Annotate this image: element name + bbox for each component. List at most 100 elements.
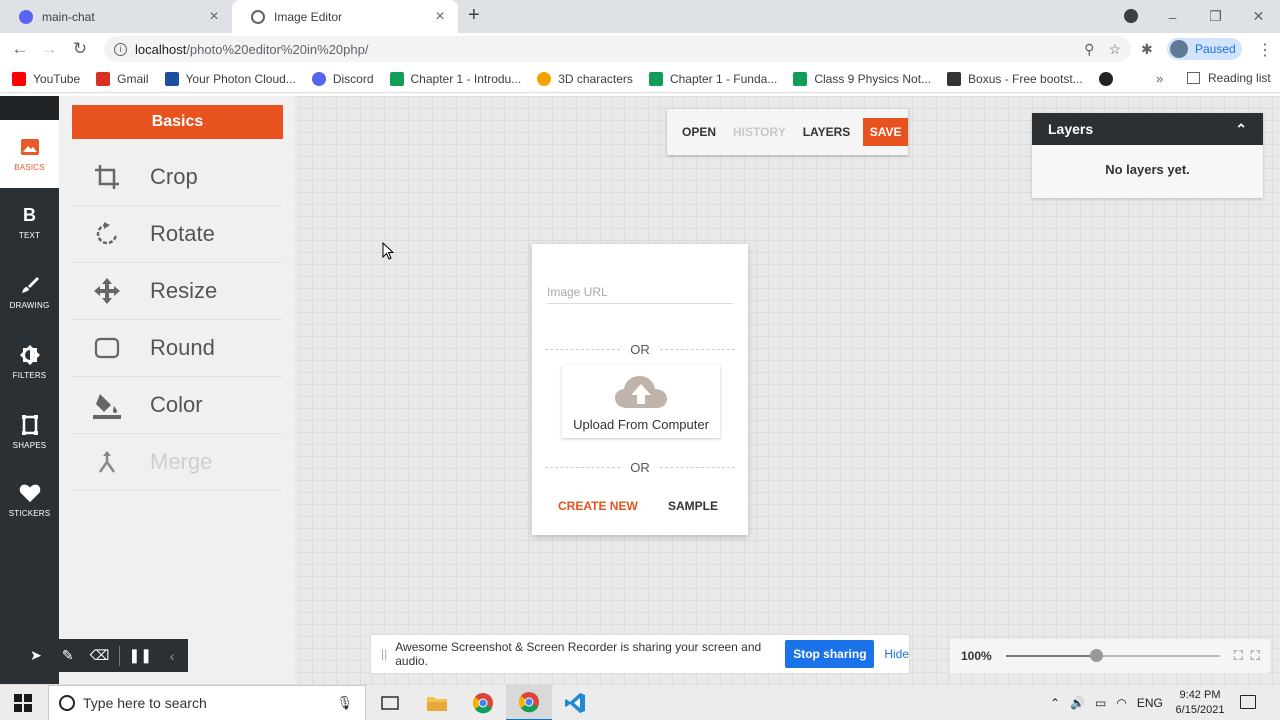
volume-icon[interactable]: 🔊 [1070,696,1085,710]
merge-icon [92,447,122,477]
minimize-icon[interactable]: – [1151,9,1194,25]
profile-button[interactable]: Paused [1167,38,1242,60]
chevron-up-icon[interactable]: ⌃ [1235,121,1247,138]
site-info-icon[interactable]: i [114,42,127,56]
address-bar[interactable]: i localhost/photo%20editor%20in%20php/ ⚲… [104,36,1131,62]
bookmark-boxus[interactable]: Boxus - Free bootst... [947,71,1083,86]
reload-icon[interactable]: ↻ [69,38,91,60]
nav-text[interactable]: B TEXT [0,188,59,256]
zoom-slider[interactable] [1005,649,1220,662]
taskbar-clock[interactable]: 9:42 PM 6/15/2021 [1170,688,1230,718]
layers-panel: Layers ⌃ No layers yet. [1032,113,1263,198]
bookmark-star-icon[interactable]: ☆ [1108,41,1121,58]
vscode-icon[interactable] [552,685,598,720]
screen-share-bar: || Awesome Screenshot & Screen Recorder … [370,634,910,674]
close-window-icon[interactable]: ✕ [1237,8,1280,25]
sheets-icon [648,71,663,86]
wifi-icon[interactable]: ◠ [1116,696,1126,710]
nav-filters[interactable]: FILTERS [0,328,59,396]
tab-search-icon[interactable] [1124,9,1138,23]
battery-icon[interactable]: ▭ [1095,696,1106,710]
file-explorer-icon[interactable] [414,685,460,720]
tab-main-chat[interactable]: main-chat × [0,0,232,33]
bookmark-youtube[interactable]: YouTube [12,71,80,86]
stop-sharing-button[interactable]: Stop sharing [785,640,875,668]
hide-button[interactable]: Hide [884,647,909,661]
tab-image-editor[interactable]: Image Editor × [232,0,458,33]
language-indicator[interactable]: ENG [1137,696,1163,710]
zoom-slider-thumb[interactable] [1089,649,1103,662]
history-button[interactable]: HISTORY [733,125,786,139]
eraser-icon[interactable]: ⌫ [84,647,116,664]
bookmark-chapter1-intro[interactable]: Chapter 1 - Introdu... [389,71,521,86]
forward-icon[interactable]: → [38,38,60,60]
bookmark-photon[interactable]: Your Photon Cloud... [164,71,296,86]
merge-tool[interactable]: Merge [72,434,283,491]
bookmark-label: Chapter 1 - Funda... [669,71,778,86]
bookmark-discord[interactable]: Discord [311,71,374,86]
bold-icon: B [23,204,36,225]
chevron-up-icon[interactable]: ⌃ [1050,696,1060,710]
figure-icon [537,71,552,86]
pause-icon[interactable]: ❚❚ [124,647,156,664]
basics-panel: Basics Crop Rotate Resize Round Color Me… [59,96,295,684]
drag-handle-icon[interactable]: || [381,647,387,661]
layers-title: Layers [1048,121,1094,137]
chrome-active-icon[interactable] [506,685,552,720]
close-tab-icon[interactable]: × [432,8,448,26]
open-button[interactable]: OPEN [682,125,716,139]
crop-tool[interactable]: Crop [72,149,283,206]
create-new-button[interactable]: CREATE NEW [558,499,638,513]
recorder-toolbar: ➤ ✎ ⌫ ❚❚ ‹ [8,639,188,672]
notifications-icon[interactable] [1240,695,1256,709]
top-actions-bar: OPEN HISTORY LAYERS SAVE [667,109,908,155]
pen-icon[interactable]: ✎ [52,647,84,664]
chrome-menu-icon[interactable]: ⋮ [1257,40,1273,60]
round-tool[interactable]: Round [72,320,283,377]
image-url-input[interactable] [547,281,733,304]
nav-drawing[interactable]: DRAWING [0,258,59,326]
layers-button[interactable]: LAYERS [803,125,851,139]
layers-header[interactable]: Layers ⌃ [1032,113,1263,145]
task-view-icon[interactable] [367,685,413,720]
collapse-icon[interactable]: ‹ [156,648,188,664]
resize-tool[interactable]: Resize [72,263,283,320]
zoom-level: 100% [961,649,992,663]
new-tab-icon[interactable]: + [468,5,488,27]
brush-icon [19,274,41,296]
bookmark-3d-characters[interactable]: 3D characters [537,71,633,86]
zoom-icon[interactable]: ⚲ [1084,41,1094,58]
nav-stickers[interactable]: STICKERS [0,466,59,534]
fullscreen-icon[interactable]: ⛶⛶ [1234,648,1268,664]
cloud-upload-icon [615,376,667,408]
bookmark-gmail[interactable]: Gmail [96,71,149,86]
reading-list-button[interactable]: Reading list [1187,71,1271,85]
discord-icon [311,71,326,86]
system-tray: ⌃ 🔊 ▭ ◠ ENG [1050,685,1173,720]
upload-from-computer-button[interactable]: Upload From Computer [562,365,720,438]
bookmark-chapter1-funda[interactable]: Chapter 1 - Funda... [648,71,778,86]
rotate-tool[interactable]: Rotate [72,206,283,263]
pointer-icon[interactable]: ➤ [20,647,52,664]
windows-start-icon[interactable] [14,694,32,712]
chrome-icon[interactable] [460,685,506,720]
bookmark-class9-physics[interactable]: Class 9 Physics Not... [793,71,931,86]
more-bookmarks-icon[interactable]: » [1156,71,1163,86]
discord-favicon-icon [19,9,33,24]
url-host: localhost [135,41,187,57]
color-tool[interactable]: Color [72,377,283,434]
save-button[interactable]: SAVE [863,118,908,146]
close-tab-icon[interactable]: × [206,8,222,26]
bookmark-label: Discord [332,71,374,86]
microphone-icon[interactable]: 🎙 [336,695,353,711]
taskbar-search[interactable]: Type here to search 🎙 [48,685,366,720]
back-icon[interactable]: ← [9,38,31,60]
windows-taskbar: Type here to search 🎙 ⌃ 🔊 ▭ ◠ ENG 9:42 P… [0,684,1280,720]
sample-button[interactable]: SAMPLE [668,499,718,513]
extensions-icon[interactable]: ✱ [1141,41,1157,57]
maximize-icon[interactable]: ❐ [1194,8,1237,25]
nav-shapes[interactable]: SHAPES [0,398,59,466]
nav-label: DRAWING [9,301,50,310]
nav-basics[interactable]: BASICS [0,120,59,188]
bookmark-globe[interactable] [1098,71,1120,86]
